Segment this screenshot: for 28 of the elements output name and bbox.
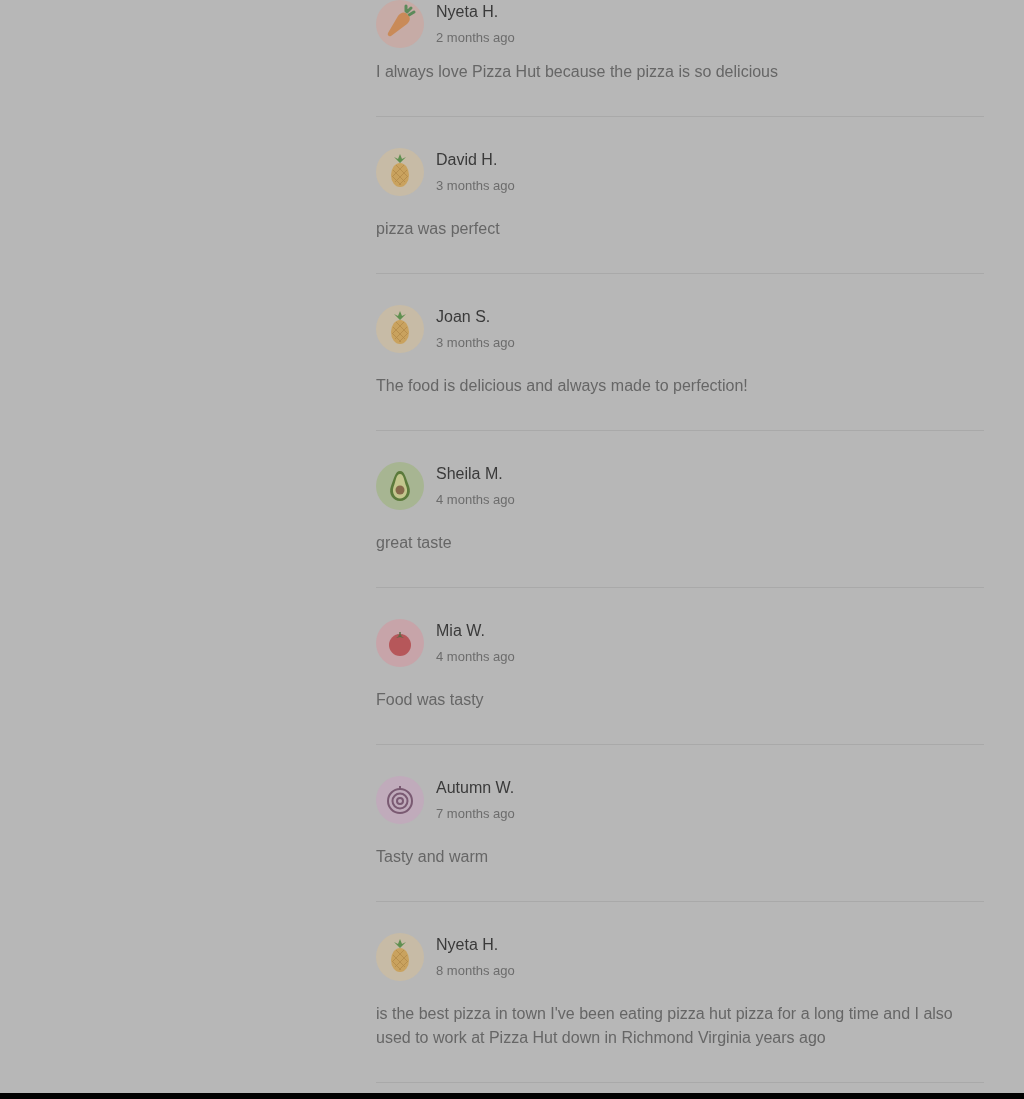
pineapple-icon xyxy=(376,305,424,353)
review-time: 4 months ago xyxy=(436,491,515,509)
carrot-icon xyxy=(376,0,424,48)
pineapple-icon xyxy=(376,933,424,981)
pineapple-icon xyxy=(376,148,424,196)
review-text: The food is delicious and always made to perfection! xyxy=(376,376,749,396)
reviewer-name: David H. xyxy=(436,150,498,170)
review-time: 4 months ago xyxy=(436,648,515,666)
review-text: is the best pizza in town I've been eating pizza hut pizza for a long time and I also used to work at Pizza Hut down in Richmond Virginia years ago xyxy=(376,1004,954,1048)
review-text: Tasty and warm xyxy=(376,847,490,867)
review-text: I always love Pizza Hut because the pizza is so delicious xyxy=(376,62,779,82)
review-time: 7 months ago xyxy=(436,805,515,823)
reviewer-name: Sheila M. xyxy=(436,464,503,484)
review-time: 3 months ago xyxy=(436,177,515,195)
review-time: 8 months ago xyxy=(436,962,515,980)
review-text: pizza was perfect xyxy=(376,219,501,239)
reviewer-name: Joan S. xyxy=(436,307,491,327)
review-text: great taste xyxy=(376,533,453,553)
tomato-icon xyxy=(376,619,424,667)
reviewer-name: Mia W. xyxy=(436,621,485,641)
avocado-icon xyxy=(376,462,424,510)
reviewer-name: Nyeta H. xyxy=(436,935,499,955)
review-time: 2 months ago xyxy=(436,29,515,47)
review-text: Food was tasty xyxy=(376,690,485,710)
onion-icon xyxy=(376,776,424,824)
reviewer-name: Nyeta H. xyxy=(436,2,499,22)
reviewer-name: Autumn W. xyxy=(436,778,515,798)
review-time: 3 months ago xyxy=(436,334,515,352)
